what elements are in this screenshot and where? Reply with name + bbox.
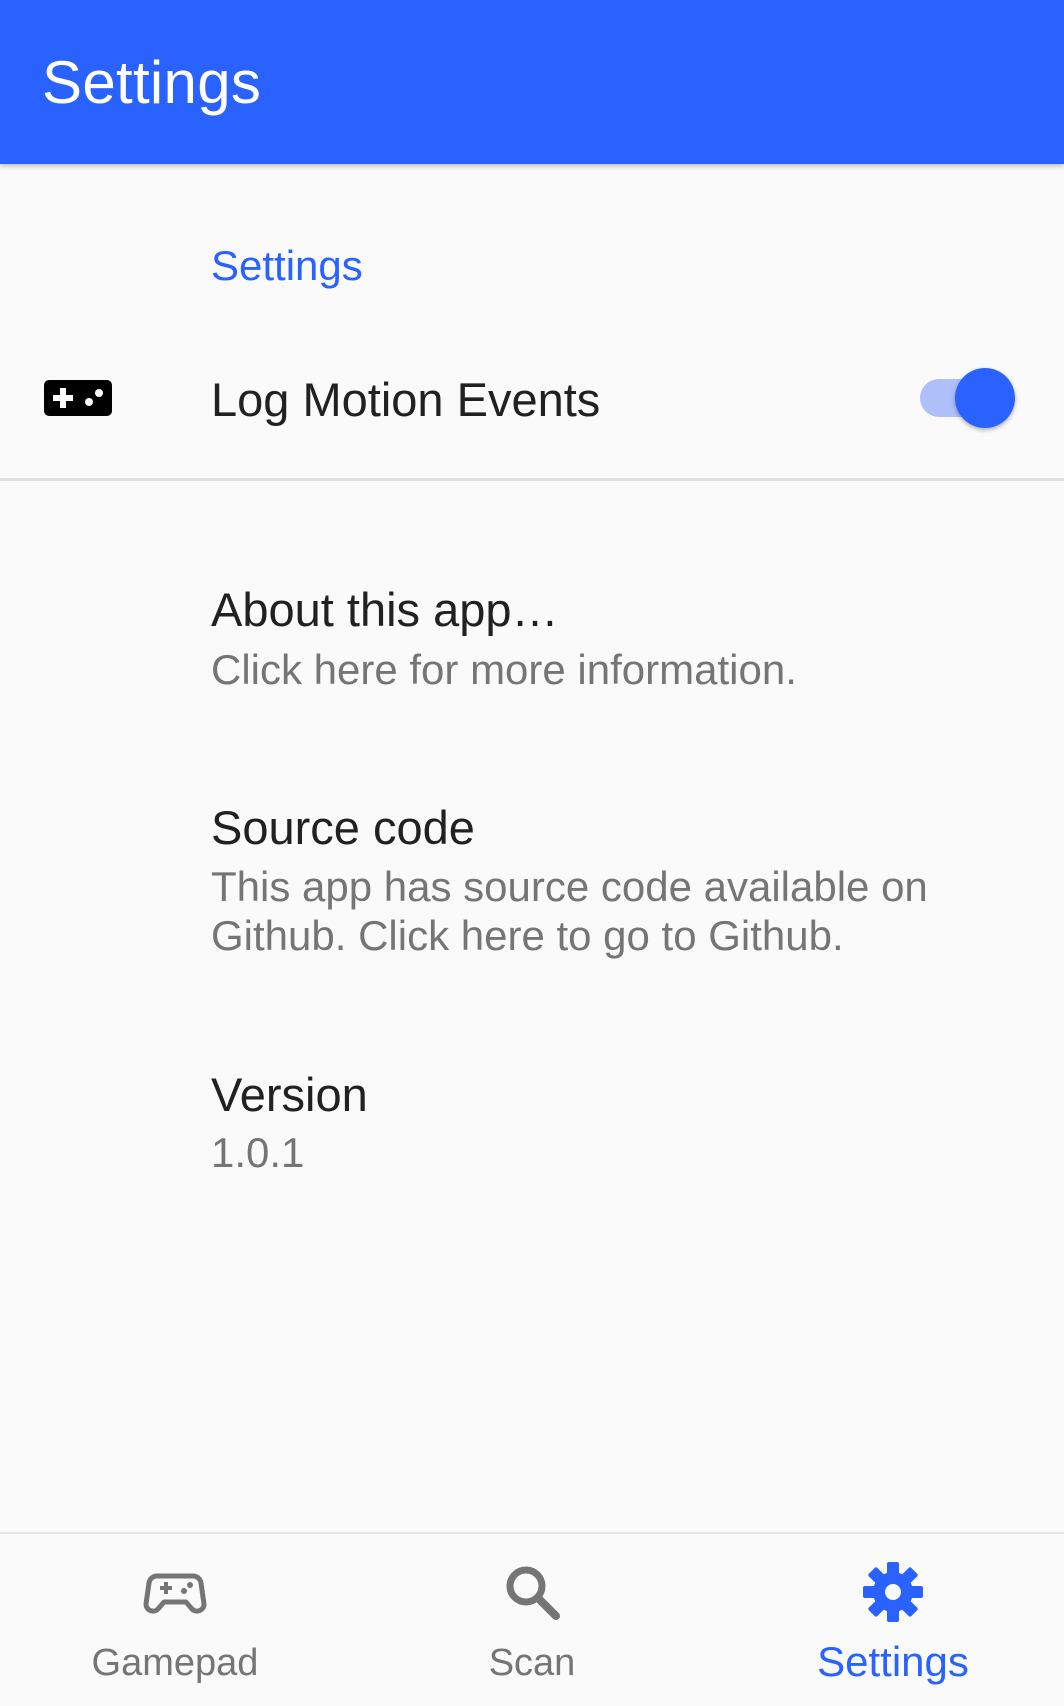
version-title: Version [211,1068,368,1121]
source-code-summary: This app has source code available on Gi… [211,863,928,959]
nav-item-scan[interactable]: Scan [387,1534,677,1706]
version-summary: 1.0.1 [211,1129,305,1176]
nav-label-scan: Scan [488,1642,576,1684]
gear-icon [863,1562,923,1622]
bottom-navigation: Gamepad Scan Settings [0,1532,1064,1706]
search-icon [506,1566,560,1620]
nav-label-settings: Settings [817,1638,969,1685]
preference-category-title: Settings [211,242,363,289]
switch-thumb[interactable] [955,368,1015,428]
about-app-title: About this app… [211,583,559,636]
nav-label-gamepad: Gamepad [91,1642,259,1684]
log-motion-events-title: Log Motion Events [211,373,601,426]
nav-item-settings[interactable]: Settings [748,1534,1038,1706]
source-code-title: Source code [211,801,475,854]
nav-item-gamepad[interactable]: Gamepad [30,1534,320,1706]
divider [0,478,1064,481]
about-app-summary: Click here for more information. [211,646,797,693]
app-bar: Settings [0,0,1064,164]
app-bar-title: Settings [42,49,262,116]
gamepad-icon [143,1573,207,1614]
gamepad-icon [44,380,112,416]
